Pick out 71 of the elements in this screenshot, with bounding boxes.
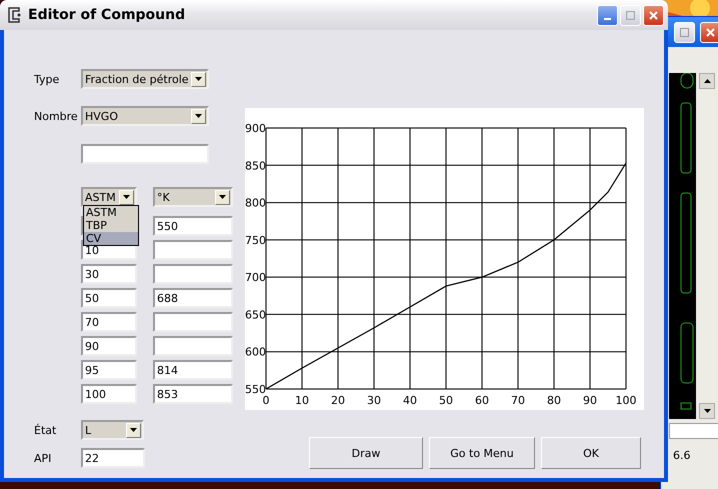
app-icon — [6, 6, 22, 24]
y-tick-label: 750 — [245, 234, 266, 247]
percent-field[interactable]: 95 — [81, 360, 137, 380]
type-dropdown[interactable]: Fraction de pétrole — [81, 69, 209, 89]
temperature-field[interactable]: 550 — [153, 216, 233, 236]
etat-dropdown[interactable]: L — [81, 420, 144, 440]
status-text: 6.6 — [673, 449, 692, 462]
ok-button[interactable]: OK — [541, 437, 641, 469]
close-button[interactable] — [700, 22, 718, 42]
caret-icon — [219, 195, 226, 199]
dropdown-option[interactable]: TBP — [84, 219, 138, 232]
caret-icon — [195, 114, 202, 118]
x-tick-label: 90 — [583, 394, 597, 407]
api-field[interactable]: 22 — [81, 448, 145, 468]
x-tick-label: 50 — [439, 394, 453, 407]
close-icon — [706, 28, 715, 36]
y-tick-label: 850 — [245, 159, 266, 172]
type-label: Type — [34, 72, 60, 86]
temperature-field[interactable]: 853 — [153, 384, 233, 404]
x-tick-label: 30 — [367, 394, 381, 407]
maximize-button[interactable] — [674, 22, 695, 42]
temperature-field[interactable] — [153, 312, 233, 332]
percent-field[interactable]: 70 — [81, 312, 137, 332]
close-icon — [649, 10, 658, 20]
x-tick-label: 40 — [403, 394, 417, 407]
dropdown-option[interactable]: ASTM — [84, 206, 138, 219]
temperature-field[interactable] — [153, 264, 233, 284]
caret-icon — [130, 428, 137, 432]
scroll-down-button[interactable] — [699, 403, 715, 419]
x-tick-label: 60 — [475, 394, 489, 407]
down-arrow-icon — [704, 409, 710, 413]
percent-field[interactable]: 90 — [81, 336, 137, 356]
x-tick-label: 100 — [616, 394, 636, 407]
x-tick-label: 70 — [511, 394, 525, 407]
maximize-icon — [626, 10, 635, 20]
y-tick-label: 800 — [245, 196, 266, 210]
draw-button[interactable]: Draw — [309, 437, 423, 469]
temperature-field[interactable]: 688 — [153, 288, 233, 308]
input-field[interactable] — [669, 423, 718, 439]
x-tick-label: 10 — [295, 394, 309, 407]
nombre-label: Nombre — [34, 110, 79, 122]
caret-icon — [195, 77, 202, 81]
nombre-dropdown[interactable]: HVGO — [81, 106, 209, 126]
y-tick-label: 600 — [245, 346, 266, 359]
window-title: Editor of Compound — [28, 7, 186, 23]
y-tick-label: 550 — [245, 383, 266, 396]
scroll-up-button[interactable] — [699, 73, 715, 89]
minimize-button[interactable] — [597, 4, 618, 26]
caret-icon — [123, 195, 130, 199]
maximize-button[interactable] — [620, 4, 641, 26]
temperature-field[interactable]: 814 — [153, 360, 233, 380]
y-tick-label: 700 — [245, 271, 266, 284]
percent-field[interactable]: 50 — [81, 288, 137, 308]
api-label: API — [34, 452, 52, 464]
y-tick-label: 650 — [245, 308, 266, 322]
close-button[interactable] — [643, 4, 664, 26]
maximize-icon — [680, 28, 689, 36]
x-tick-label: 80 — [547, 394, 561, 407]
percent-field[interactable]: 100 — [81, 384, 137, 404]
temperature-field[interactable] — [153, 240, 233, 260]
temperature-field[interactable] — [153, 336, 233, 356]
unit-dropdown[interactable]: °K — [153, 187, 233, 207]
x-tick-label: 0 — [262, 394, 270, 407]
go-to-menu-button[interactable]: Go to Menu — [429, 437, 535, 469]
minimize-icon — [604, 18, 611, 20]
percent-field[interactable]: 30 — [81, 264, 137, 284]
up-arrow-icon — [704, 79, 710, 83]
etat-label: État — [34, 424, 58, 436]
y-tick-label: 900 — [245, 122, 266, 135]
dropdown-option[interactable]: CV — [84, 232, 138, 245]
x-tick-label: 20 — [331, 394, 345, 407]
